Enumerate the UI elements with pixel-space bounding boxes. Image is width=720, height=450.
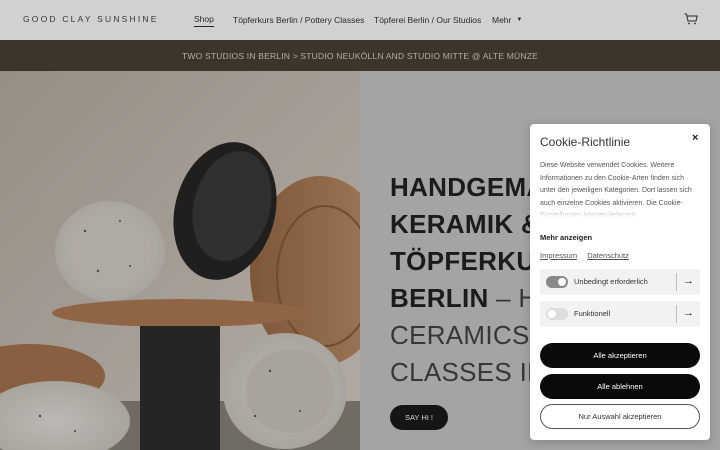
hero-image — [0, 71, 360, 450]
legal-links: Impressum Datenschutz — [540, 251, 637, 260]
category-label: Unbedingt erforderlich — [574, 277, 648, 286]
nav-item-shop[interactable]: Shop — [194, 0, 214, 40]
arrow-right-icon[interactable]: → — [683, 275, 694, 287]
cookie-description: Diese Website verwendet Cookies. Weitere… — [540, 160, 700, 218]
divider — [676, 305, 677, 323]
divider — [676, 273, 677, 291]
headline-bold: BERLIN — [390, 283, 489, 313]
close-icon[interactable]: × — [692, 132, 698, 144]
impressum-link[interactable]: Impressum — [540, 251, 577, 260]
accept-all-button[interactable]: Alle akzeptieren — [540, 343, 700, 368]
nav-item-pottery-classes[interactable]: Töpferkurs Berlin / Pottery Classes — [233, 0, 364, 40]
datenschutz-link[interactable]: Datenschutz — [587, 251, 629, 260]
cookie-dialog: Cookie-Richtlinie × Diese Website verwen… — [530, 124, 710, 440]
say-hi-button[interactable]: SAY HI ! — [390, 405, 448, 430]
site-logo[interactable]: GOOD CLAY SUNSHINE — [23, 14, 159, 24]
banner-text: TWO STUDIOS IN BERLIN > STUDIO NEUKÖLLN … — [182, 50, 538, 61]
toggle-knob — [558, 278, 566, 286]
site-header: GOOD CLAY SUNSHINE Shop Töpferkurs Berli… — [0, 0, 720, 40]
cookie-title: Cookie-Richtlinie — [540, 135, 631, 149]
show-more-link[interactable]: Mehr anzeigen — [540, 233, 592, 242]
required-toggle[interactable] — [546, 276, 568, 288]
nav-item-studios[interactable]: Töpferei Berlin / Our Studios — [374, 0, 481, 40]
cart-icon[interactable] — [684, 13, 698, 25]
cookie-category-functional: Funktionell → — [540, 301, 700, 327]
toggle-knob — [548, 310, 556, 318]
accept-selection-button[interactable]: Nur Auswahl akzeptieren — [540, 404, 700, 429]
announcement-banner: TWO STUDIOS IN BERLIN > STUDIO NEUKÖLLN … — [0, 40, 720, 71]
arrow-right-icon[interactable]: → — [683, 307, 694, 319]
nav-label: Shop — [194, 14, 214, 27]
chevron-down-icon: ▼ — [516, 17, 523, 23]
reject-all-button[interactable]: Alle ablehnen — [540, 374, 700, 399]
category-label: Funktionell — [574, 309, 611, 318]
nav-item-more[interactable]: Mehr ▼ — [492, 0, 522, 40]
nav-label: Mehr — [492, 15, 512, 25]
functional-toggle[interactable] — [546, 308, 568, 320]
cookie-category-required: Unbedingt erforderlich → — [540, 269, 700, 295]
